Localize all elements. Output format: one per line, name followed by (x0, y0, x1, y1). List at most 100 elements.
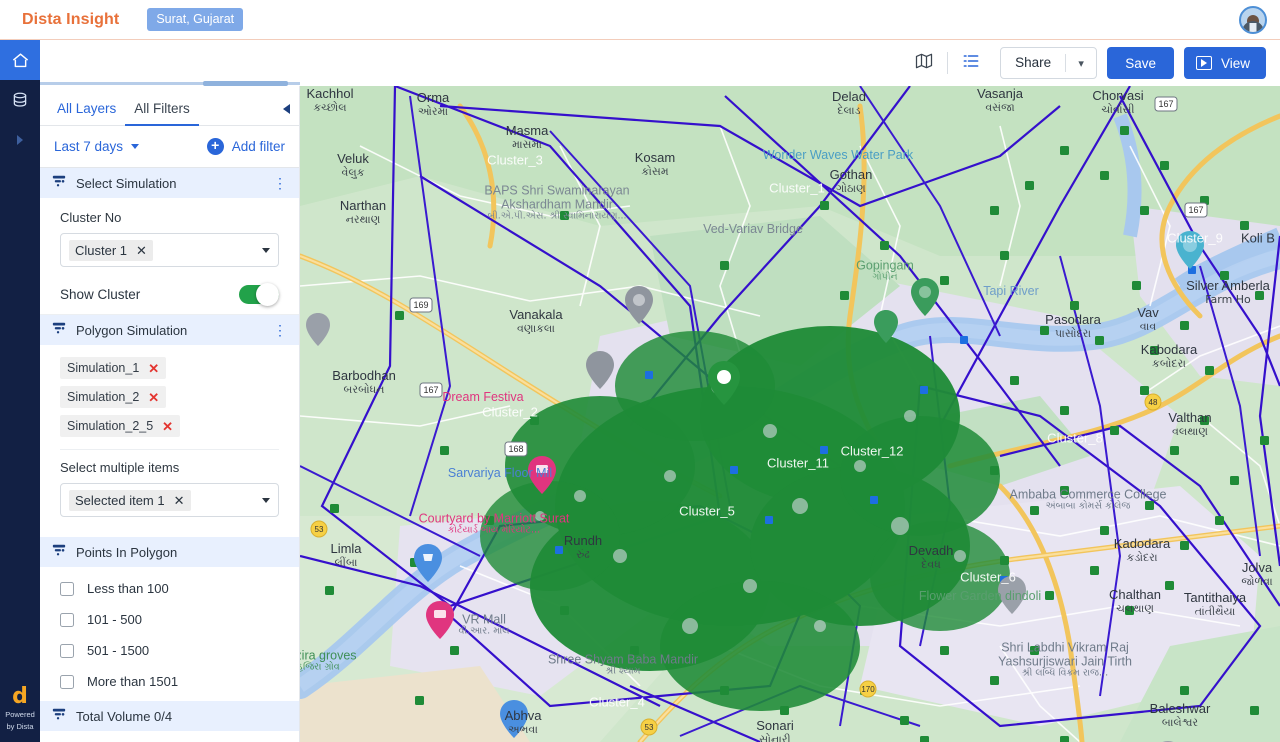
checkbox-icon[interactable] (60, 674, 74, 689)
user-avatar[interactable] (1239, 5, 1267, 34)
tab-all-filters[interactable]: All Filters (125, 101, 199, 126)
svg-text:169: 169 (413, 300, 428, 310)
filter-icon (52, 543, 66, 562)
database-icon (11, 91, 29, 109)
dista-logo-mark: d (12, 683, 28, 709)
remove-icon[interactable]: ✕ (136, 244, 147, 257)
section-header-polygon-simulation[interactable]: Polygon Simulation ⋮ (40, 315, 299, 345)
map-canvas[interactable]: 169 168 167 167 167 48 53 53 170 Kachhol… (300, 86, 1280, 742)
show-cluster-toggle[interactable] (239, 283, 279, 306)
svg-text:167: 167 (1188, 205, 1203, 215)
points-in-polygon-option[interactable]: More than 1501 (40, 666, 299, 697)
svg-text:167: 167 (1158, 99, 1173, 109)
simulation-chip-label: Simulation_1 (67, 361, 140, 375)
select-multiple-items[interactable]: Selected item 1 ✕ (60, 483, 279, 517)
checkbox-icon[interactable] (60, 612, 74, 627)
cluster-no-value: Cluster 1 (75, 242, 128, 258)
save-button[interactable]: Save (1107, 47, 1174, 79)
chevron-down-icon (262, 247, 270, 253)
share-button[interactable]: Share (1001, 48, 1065, 78)
user-avatar-wrapper[interactable] (1239, 5, 1267, 34)
section-header-points-in-polygon[interactable]: Points In Polygon (40, 537, 299, 567)
section-header-select-simulation[interactable]: Select Simulation ⋮ (40, 168, 299, 198)
option-label: Less than 100 (87, 581, 169, 596)
powered-by-line2: by Dista (6, 721, 34, 731)
filter-icon (52, 321, 66, 340)
filter-icon (52, 707, 66, 726)
simulation-chip-list: Simulation_1 ✕ Simulation_2 ✕ Simulation_2_5… (40, 345, 299, 443)
filter-toolbar: Last 7 days + Add filter (40, 126, 299, 168)
section-title: Select Simulation (76, 175, 177, 191)
rail-item-database[interactable] (0, 80, 40, 120)
filter-sections: Select Simulation ⋮ Cluster No Cluster 1… (40, 168, 299, 742)
panel-tabs: All Layers All Filters (40, 86, 299, 126)
show-cluster-row: Show Cluster (40, 277, 299, 315)
option-label: 101 - 500 (87, 612, 142, 627)
tab-all-layers[interactable]: All Layers (48, 101, 125, 125)
remove-icon[interactable]: ✕ (148, 362, 159, 375)
left-nav-rail: d Powered by Dista (0, 40, 40, 742)
rail-item-expand[interactable] (0, 120, 40, 160)
checkbox-icon[interactable] (60, 581, 74, 596)
simulation-chip[interactable]: Simulation_2_5 ✕ (60, 415, 181, 437)
scrollbar-thumb[interactable] (203, 81, 288, 86)
top-header: Dista Insight Surat, Gujarat (0, 0, 1280, 40)
app-root: Dista Insight Surat, Gujarat d Powered b… (0, 0, 1280, 742)
expand-arrow-icon (14, 133, 26, 147)
section-menu-icon[interactable]: ⋮ (273, 323, 287, 337)
share-dropdown-toggle[interactable]: ▾ (1066, 57, 1096, 70)
checkbox-icon[interactable] (60, 643, 74, 658)
simulation-chip-label: Simulation_2 (67, 390, 140, 404)
remove-icon[interactable]: ✕ (148, 391, 159, 404)
app-brand-title: Dista Insight (22, 10, 120, 28)
chevron-down-icon (262, 497, 270, 503)
remove-icon[interactable]: ✕ (162, 420, 173, 433)
simulation-chip[interactable]: Simulation_1 ✕ (60, 357, 167, 379)
section-header-total-volume[interactable]: Total Volume 0/4 (40, 701, 299, 731)
chevron-down-icon: ▾ (1078, 57, 1084, 70)
svg-text:48: 48 (1149, 398, 1158, 407)
add-filter-button[interactable]: + Add filter (206, 138, 285, 155)
city-chip[interactable]: Surat, Gujarat (147, 8, 244, 31)
list-icon (961, 51, 981, 76)
rail-item-home[interactable] (0, 40, 40, 80)
home-icon (11, 51, 30, 70)
option-label: More than 1501 (87, 674, 179, 689)
select-simulation-body: Cluster No Cluster 1 ✕ (40, 198, 299, 277)
avatar-collar (1249, 22, 1257, 32)
filter-panel: All Layers All Filters Last 7 days + Add… (40, 86, 300, 742)
section-menu-icon[interactable]: ⋮ (273, 176, 287, 190)
powered-by-line1: Powered (5, 709, 35, 719)
points-in-polygon-option[interactable]: 501 - 1500 (40, 635, 299, 666)
view-button[interactable]: View (1183, 47, 1266, 79)
map-icon (914, 51, 934, 76)
cluster-no-label: Cluster No (60, 210, 122, 225)
cluster-no-token: Cluster 1 ✕ (69, 239, 153, 261)
points-in-polygon-option[interactable]: Less than 100 (40, 573, 299, 604)
selected-item-token: Selected item 1 ✕ (69, 489, 191, 511)
section-title: Total Volume 0/4 (76, 708, 173, 724)
toolbar-divider (947, 52, 949, 74)
svg-text:168: 168 (508, 444, 523, 454)
selected-item-value: Selected item 1 (75, 492, 165, 508)
svg-text:170: 170 (861, 685, 875, 694)
points-in-polygon-option[interactable]: 101 - 500 (40, 604, 299, 635)
section-title: Polygon Simulation (76, 322, 188, 338)
cluster-no-select[interactable]: Cluster 1 ✕ (60, 233, 279, 267)
panel-horizontal-scrollbar[interactable] (40, 80, 300, 86)
collapse-left-icon[interactable] (283, 104, 290, 114)
list-view-button[interactable] (954, 47, 988, 79)
option-label: 501 - 1500 (87, 643, 150, 658)
chevron-down-icon (131, 144, 140, 149)
date-range-label: Last 7 days (54, 139, 124, 154)
filter-icon (52, 174, 66, 193)
map-view-button[interactable] (907, 47, 941, 79)
date-range-selector[interactable]: Last 7 days (54, 139, 140, 154)
plus-icon: + (206, 138, 224, 155)
dista-logo: d Powered by Dista (5, 683, 35, 732)
add-filter-label: Add filter (231, 139, 285, 154)
simulation-chip[interactable]: Simulation_2 ✕ (60, 386, 167, 408)
share-control[interactable]: Share ▾ (1000, 47, 1098, 79)
section-title: Points In Polygon (76, 544, 178, 560)
remove-icon[interactable]: ✕ (174, 494, 185, 507)
